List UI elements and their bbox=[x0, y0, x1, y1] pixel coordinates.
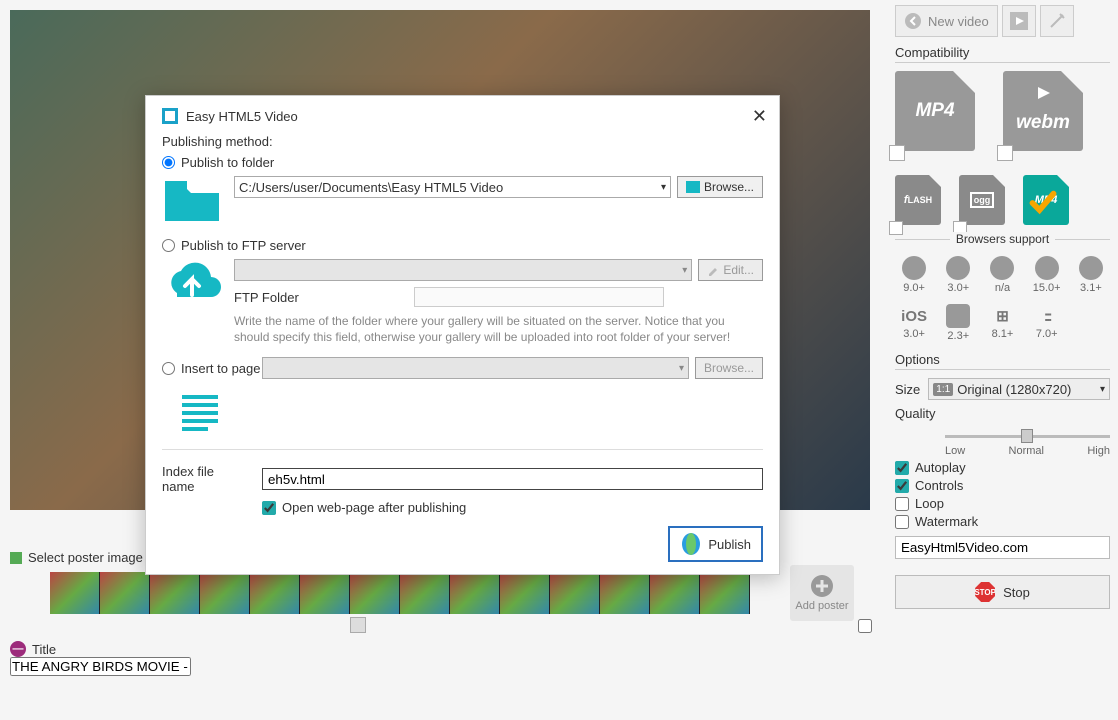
generic-browser-icon bbox=[1079, 256, 1103, 280]
title-label: Title bbox=[32, 642, 56, 657]
stop-button[interactable]: STOP Stop bbox=[895, 575, 1110, 609]
add-poster-label: Add poster bbox=[795, 600, 848, 612]
title-input[interactable] bbox=[10, 657, 191, 676]
format-mp4low[interactable]: MP4 bbox=[1023, 175, 1069, 231]
poster-slider-thumb[interactable] bbox=[350, 617, 366, 633]
android-icon bbox=[946, 304, 970, 328]
format-ogg[interactable]: ogg bbox=[959, 175, 1005, 231]
format-webm-checkbox[interactable] bbox=[997, 145, 1013, 161]
chevron-down-icon[interactable]: ▾ bbox=[661, 182, 666, 193]
checkmark-icon bbox=[1029, 189, 1057, 217]
browsers-heading: Browsers support bbox=[895, 239, 1110, 256]
safari-icon bbox=[990, 256, 1014, 280]
folder-path-combo[interactable]: C:/Users/user/Documents\Easy HTML5 Video… bbox=[234, 176, 671, 198]
ftp-server-combo: ▾ bbox=[234, 259, 692, 281]
add-poster-button[interactable]: Add poster bbox=[790, 565, 854, 621]
publish-icon bbox=[680, 532, 702, 556]
browse-page-button: Browse... bbox=[695, 357, 763, 379]
format-mp4-checkbox[interactable] bbox=[889, 145, 905, 161]
dialog-title: Easy HTML5 Video bbox=[186, 109, 298, 124]
radio-insert-page[interactable]: Insert to page bbox=[162, 361, 261, 376]
opera-icon bbox=[1035, 256, 1059, 280]
format-flash[interactable]: fLASH bbox=[895, 175, 941, 231]
open-after-checkbox[interactable]: Open web-page after publishing bbox=[262, 500, 763, 515]
blackberry-icon: ::: bbox=[1028, 304, 1066, 328]
wand-icon bbox=[1048, 12, 1066, 30]
loop-checkbox[interactable]: Loop bbox=[895, 496, 1110, 511]
ie-icon bbox=[902, 256, 926, 280]
controls-checkbox[interactable]: Controls bbox=[895, 478, 1110, 493]
stop-icon: STOP bbox=[975, 582, 995, 602]
watermark-input[interactable] bbox=[895, 536, 1110, 559]
size-ratio-badge: 1:1 bbox=[933, 383, 953, 396]
folder-small-icon bbox=[686, 181, 700, 193]
publish-button[interactable]: Publish bbox=[668, 526, 763, 562]
app-icon bbox=[162, 108, 178, 124]
chevron-down-icon: ▾ bbox=[682, 265, 687, 276]
edit-ftp-button: Edit... bbox=[698, 259, 763, 281]
remove-title-icon[interactable]: — bbox=[10, 641, 26, 657]
poster-toggle[interactable] bbox=[858, 619, 872, 633]
edit-button[interactable] bbox=[1040, 5, 1074, 37]
radio-publish-folder[interactable]: Publish to folder bbox=[162, 155, 763, 170]
watermark-checkbox[interactable]: Watermark bbox=[895, 514, 1110, 529]
browse-folder-button[interactable]: Browse... bbox=[677, 176, 763, 198]
browser-support-grid: 9.0+ 3.0+ n/a 15.0+ 3.1+ iOS3.0+ 2.3+ ⊞8… bbox=[895, 256, 1110, 342]
arrow-left-icon bbox=[904, 12, 922, 30]
publish-dialog: Easy HTML5 Video ✕ Publishing method: Pu… bbox=[145, 95, 780, 575]
radio-publish-ftp[interactable]: Publish to FTP server bbox=[162, 238, 763, 253]
options-heading: Options bbox=[895, 352, 1110, 370]
play-icon bbox=[1035, 85, 1051, 101]
page-lines-icon bbox=[170, 389, 230, 439]
format-flash-checkbox[interactable] bbox=[889, 221, 903, 235]
poster-slider[interactable] bbox=[50, 621, 760, 631]
new-video-button[interactable]: New video bbox=[895, 5, 998, 37]
autoplay-checkbox[interactable]: Autoplay bbox=[895, 460, 1110, 475]
close-icon[interactable]: ✕ bbox=[752, 106, 767, 127]
quality-slider[interactable] bbox=[945, 427, 1110, 445]
publishing-method-label: Publishing method: bbox=[162, 134, 763, 149]
select-poster-label: Select poster image bbox=[28, 550, 143, 565]
ftp-folder-label: FTP Folder bbox=[234, 290, 404, 305]
play-button[interactable] bbox=[1002, 5, 1036, 37]
chevron-down-icon[interactable]: ▾ bbox=[1100, 384, 1105, 395]
poster-thumbnails[interactable] bbox=[50, 572, 750, 614]
chrome-icon bbox=[946, 256, 970, 280]
ftp-hint: Write the name of the folder where your … bbox=[234, 313, 763, 345]
quality-label: Quality bbox=[895, 406, 935, 421]
poster-indicator-icon bbox=[10, 552, 22, 564]
size-combo[interactable]: 1:1 Original (1280x720) ▾ bbox=[928, 378, 1110, 400]
cloud-upload-icon bbox=[162, 259, 222, 309]
folder-icon bbox=[162, 176, 222, 226]
index-file-input[interactable] bbox=[262, 468, 763, 490]
index-file-label: Index file name bbox=[162, 464, 250, 494]
insert-page-combo: ▾ bbox=[262, 357, 689, 379]
compatibility-heading: Compatibility bbox=[895, 45, 1110, 63]
quality-thumb[interactable] bbox=[1021, 429, 1033, 443]
windows-icon: ⊞ bbox=[983, 304, 1021, 328]
pencil-icon bbox=[707, 264, 719, 276]
ftp-folder-input bbox=[414, 287, 664, 307]
format-mp4[interactable]: MP4 bbox=[895, 71, 975, 157]
ios-icon: iOS bbox=[895, 304, 933, 328]
chevron-down-icon: ▾ bbox=[679, 363, 684, 374]
format-webm[interactable]: webm bbox=[1003, 71, 1083, 157]
size-label: Size bbox=[895, 382, 920, 397]
film-play-icon bbox=[1010, 12, 1028, 30]
